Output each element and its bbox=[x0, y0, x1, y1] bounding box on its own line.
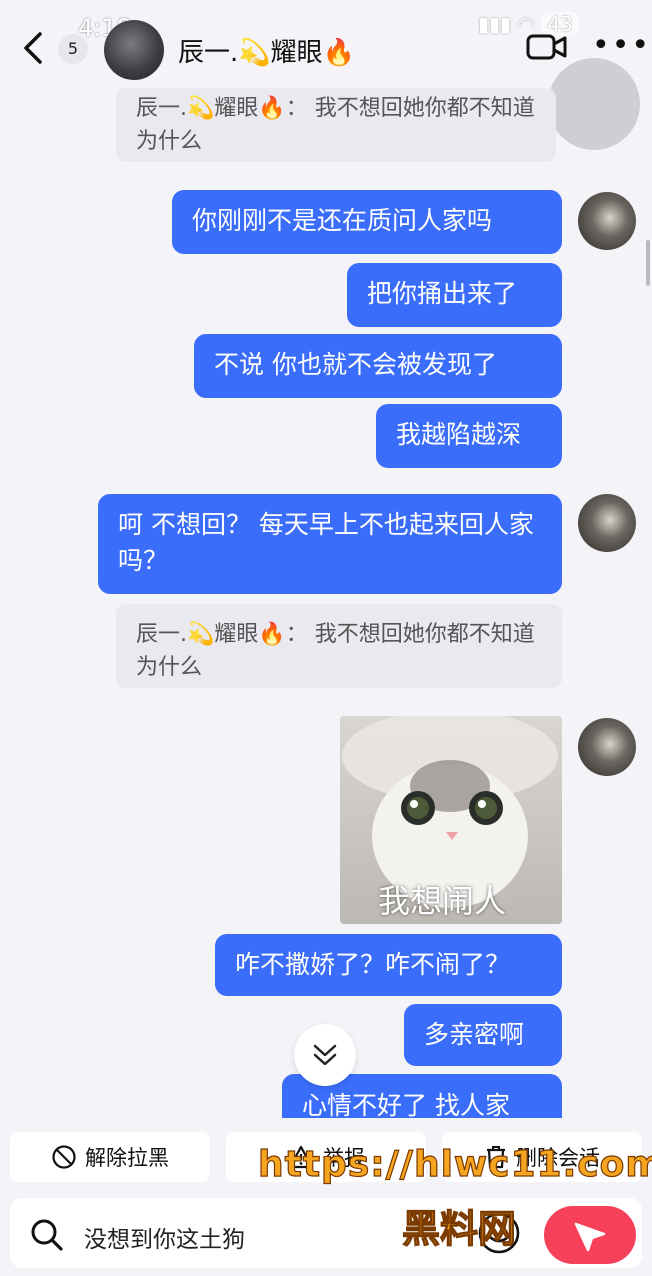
signal-icon: ▮▮▮ bbox=[478, 12, 512, 36]
quoted-message: 辰一.💫耀眼🔥： 我不想回她你都不知道为什么 bbox=[116, 604, 562, 688]
contact-name[interactable]: 辰一.💫耀眼🔥 bbox=[178, 32, 355, 69]
quoted-message: 辰一.💫耀眼🔥： 我不想回她你都不知道为什么 bbox=[116, 88, 556, 162]
back-button[interactable] bbox=[20, 30, 50, 66]
video-camera-icon bbox=[526, 34, 567, 60]
message-bubble[interactable]: 不说 你也就不会被发现了 bbox=[194, 334, 562, 398]
my-avatar[interactable] bbox=[578, 192, 636, 250]
send-button[interactable] bbox=[544, 1206, 636, 1264]
sticker-caption: 我想闹人 bbox=[378, 882, 507, 920]
send-arrow-icon bbox=[574, 1222, 606, 1252]
message-bubble[interactable]: 咋不撒娇了？咋不闹了？ bbox=[215, 934, 562, 996]
search-icon[interactable] bbox=[28, 1216, 66, 1254]
contact-avatar[interactable] bbox=[104, 20, 164, 80]
message-bubble[interactable]: 我越陷越深 bbox=[376, 404, 562, 468]
prohibit-icon bbox=[52, 1145, 76, 1169]
watermark-url: https://hlwc11.com bbox=[257, 1143, 652, 1185]
double-chevron-down-icon bbox=[313, 1044, 337, 1066]
cat-sticker-image[interactable]: 我想闹人 bbox=[340, 716, 562, 924]
floating-assistive-button[interactable] bbox=[548, 58, 640, 150]
watermark-site-name: 黑料网 bbox=[401, 1206, 517, 1251]
chevron-left-icon bbox=[24, 32, 42, 64]
scroll-to-bottom-button[interactable] bbox=[294, 1024, 356, 1086]
my-avatar[interactable] bbox=[578, 718, 636, 776]
message-input[interactable]: 没想到你这土狗 bbox=[84, 1220, 245, 1254]
unblock-label: 解除拉黑 bbox=[85, 1146, 169, 1170]
message-bubble[interactable]: 多亲密啊 bbox=[404, 1004, 562, 1066]
scrollbar[interactable] bbox=[646, 240, 650, 286]
message-bubble[interactable]: 把你捅出来了 bbox=[347, 263, 562, 327]
message-bubble[interactable]: 呵 不想回？ 每天早上不也起来回人家吗？ bbox=[98, 494, 562, 594]
my-avatar[interactable] bbox=[578, 494, 636, 552]
more-options-button[interactable]: ••• bbox=[592, 31, 649, 61]
message-bubble[interactable]: 你刚刚不是还在质问人家吗 bbox=[172, 190, 562, 254]
unblock-button[interactable]: 解除拉黑 bbox=[10, 1132, 210, 1182]
video-call-button[interactable] bbox=[526, 30, 568, 64]
unread-count-badge: 5 bbox=[58, 34, 88, 64]
